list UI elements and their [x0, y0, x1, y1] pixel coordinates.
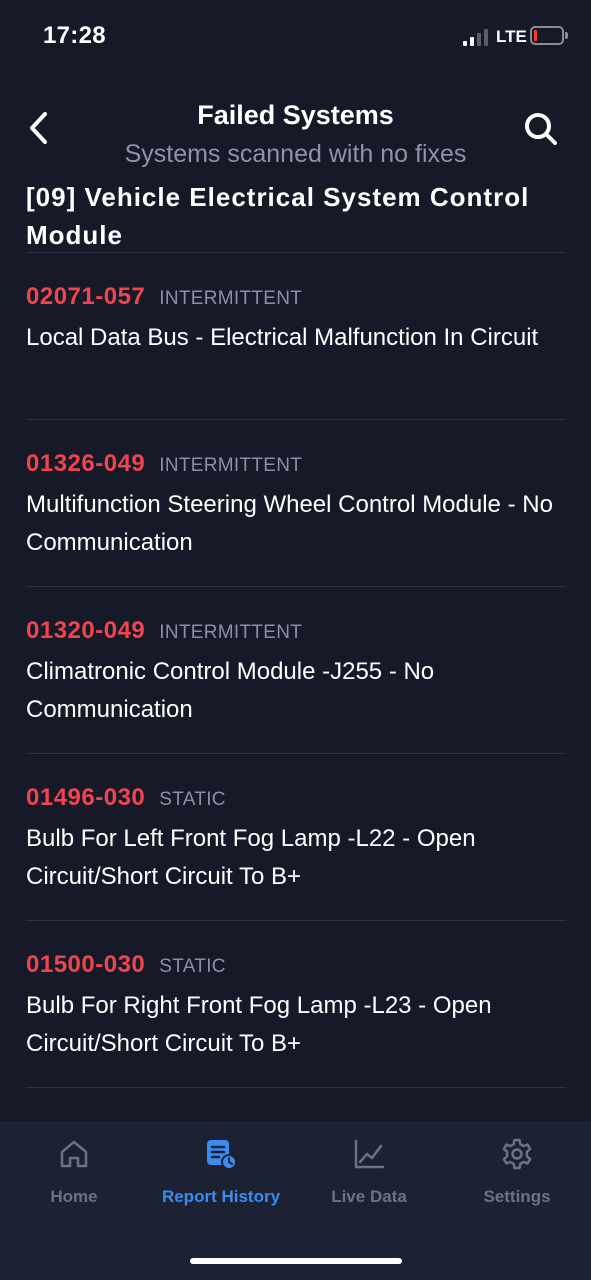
- chart-line-icon: [354, 1139, 385, 1169]
- tab-label: Settings: [483, 1187, 551, 1206]
- home-indicator: [190, 1258, 402, 1264]
- tab-label: Live Data: [331, 1187, 407, 1206]
- fault-description: Local Data Bus - Electrical Malfunction …: [26, 324, 539, 351]
- fault-code: 01326-049: [26, 450, 146, 477]
- tab-report-history[interactable]: Report History: [147, 1121, 295, 1221]
- fault-code-row: 01326-049 INTERMITTENT: [26, 450, 302, 478]
- failed-systems-screen: 17:28 LTE Failed Systems Systems scanned…: [0, 0, 591, 1280]
- gear-icon: [502, 1138, 532, 1170]
- home-icon: [60, 1140, 88, 1168]
- fault-status: STATIC: [159, 956, 226, 977]
- tab-bar: Home Report History Live Data Settings: [0, 1121, 591, 1280]
- fault-code-row: 01500-030 STATIC: [26, 951, 226, 979]
- tab-live-data[interactable]: Live Data: [295, 1121, 443, 1221]
- search-icon: [525, 113, 557, 145]
- fault-description: Bulb For Right Front Fog Lamp -L23 - Ope…: [26, 992, 492, 1057]
- fault-status: STATIC: [159, 789, 226, 810]
- fault-description: Bulb For Left Front Fog Lamp -L22 - Open…: [26, 825, 476, 890]
- page-title: Failed Systems: [197, 100, 394, 130]
- status-time: 17:28: [43, 22, 106, 49]
- fault-code-row: 01496-030 STATIC: [26, 784, 226, 812]
- header: Failed Systems Systems scanned with no f…: [0, 90, 591, 250]
- fault-divider: [26, 1087, 566, 1088]
- page-subtitle: Systems scanned with no fixes: [124, 140, 467, 168]
- fault-code: 02071-057: [26, 283, 146, 310]
- tab-label: Home: [50, 1187, 98, 1206]
- fault-item[interactable]: 01320-049 INTERMITTENT Climatronic Contr…: [0, 587, 591, 754]
- tab-label: Report History: [161, 1187, 281, 1206]
- fault-description: Multifunction Steering Wheel Control Mod…: [26, 491, 553, 556]
- fault-item[interactable]: 01496-030 STATIC Bulb For Left Front Fog…: [0, 754, 591, 921]
- fault-list: 02071-057 INTERMITTENT Local Data Bus - …: [0, 253, 591, 1088]
- fault-item[interactable]: 02071-057 INTERMITTENT Local Data Bus - …: [0, 253, 591, 420]
- fault-code-row: 02071-057 INTERMITTENT: [26, 283, 302, 311]
- tab-home[interactable]: Home: [0, 1121, 148, 1221]
- module-title: [09] Vehicle Electrical System Control M…: [26, 182, 530, 250]
- fault-status: INTERMITTENT: [159, 622, 303, 643]
- fault-code: 01500-030: [26, 951, 146, 978]
- network-type: LTE: [496, 27, 527, 46]
- battery-cap: [565, 32, 568, 39]
- status-bar: 17:28 LTE: [0, 0, 591, 72]
- fault-status: INTERMITTENT: [159, 288, 303, 309]
- battery-icon: [530, 26, 564, 45]
- search-button[interactable]: [518, 106, 564, 152]
- fault-code: 01320-049: [26, 617, 146, 644]
- fault-code-row: 01320-049 INTERMITTENT: [26, 617, 302, 645]
- fault-description: Climatronic Control Module -J255 - No Co…: [26, 658, 435, 723]
- tab-settings[interactable]: Settings: [443, 1121, 591, 1221]
- fault-item[interactable]: 01500-030 STATIC Bulb For Right Front Fo…: [0, 921, 591, 1088]
- fault-code: 01496-030: [26, 784, 146, 811]
- cellular-signal-icon: [463, 28, 491, 46]
- battery-level: [534, 30, 537, 41]
- report-history-icon: [207, 1140, 237, 1170]
- fault-status: INTERMITTENT: [159, 455, 303, 476]
- fault-item[interactable]: 01326-049 INTERMITTENT Multifunction Ste…: [0, 420, 591, 587]
